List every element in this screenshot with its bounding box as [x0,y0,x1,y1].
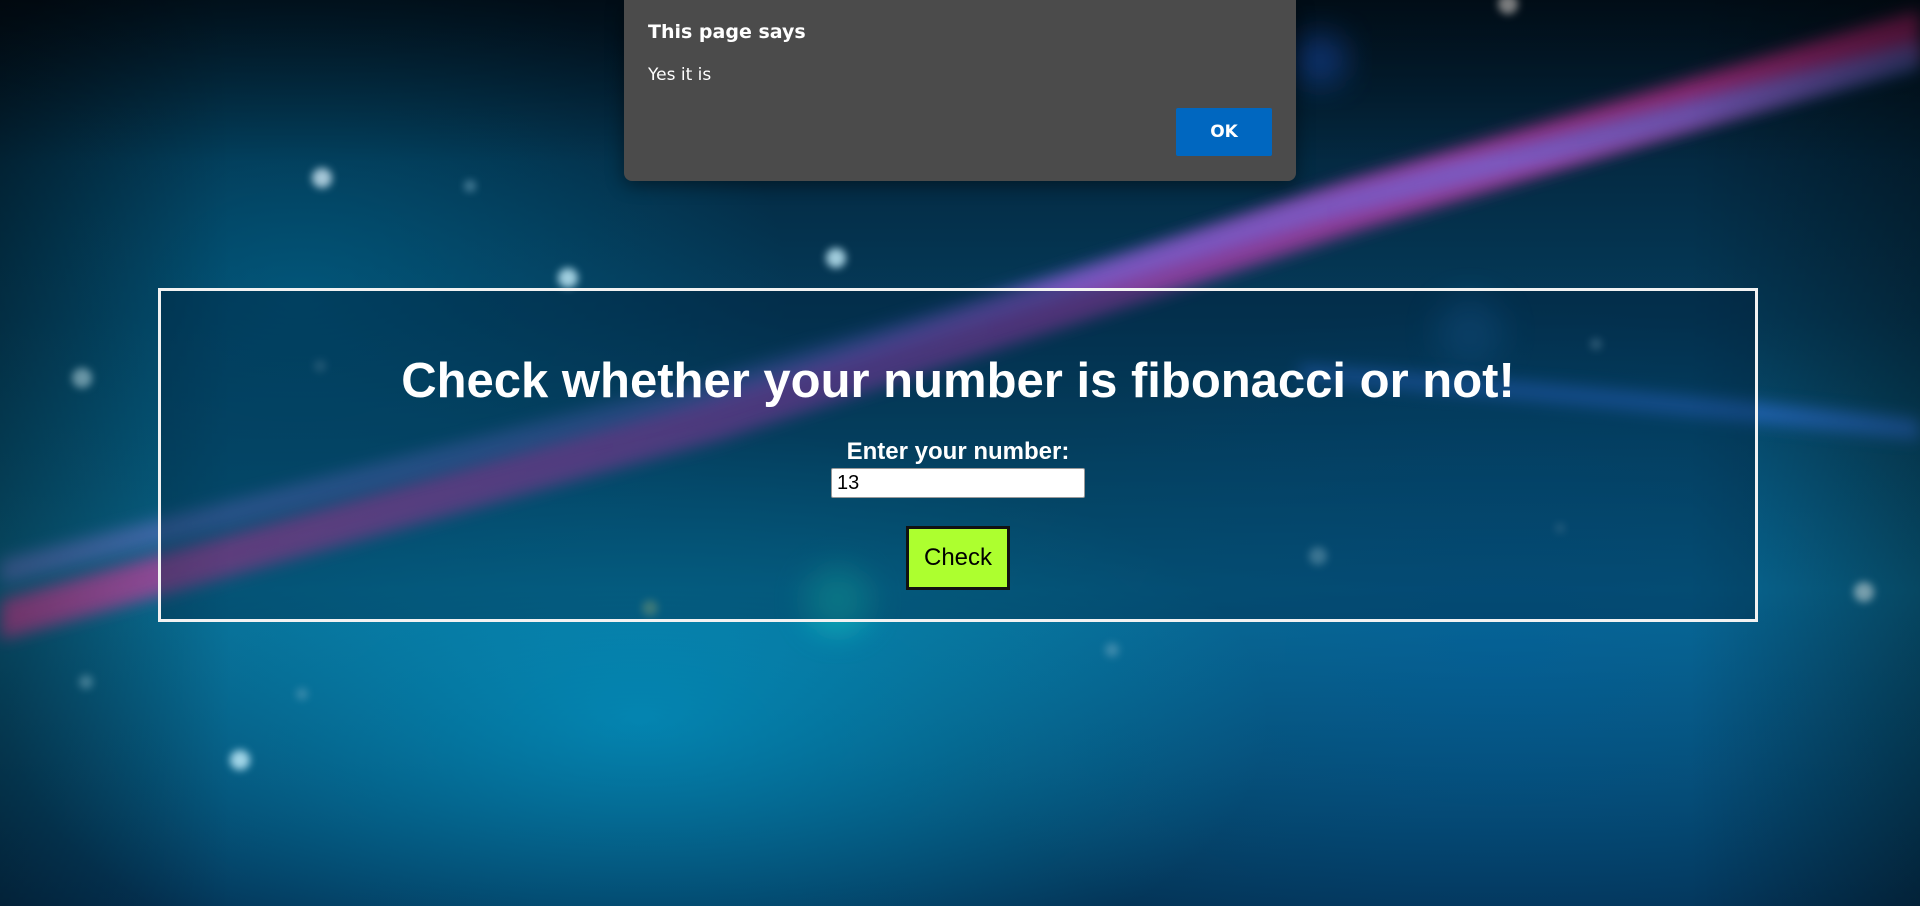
alert-dialog: This page says Yes it is OK [624,0,1296,181]
dialog-title: This page says [648,21,806,43]
fibonacci-check-panel: Check whether your number is fibonacci o… [158,288,1758,622]
page-title: Check whether your number is fibonacci o… [401,354,1515,408]
number-input[interactable] [831,468,1085,498]
ok-button[interactable]: OK [1176,108,1272,156]
check-button[interactable]: Check [906,526,1010,590]
number-input-label: Enter your number: [846,438,1070,465]
dialog-message: Yes it is [648,65,712,85]
